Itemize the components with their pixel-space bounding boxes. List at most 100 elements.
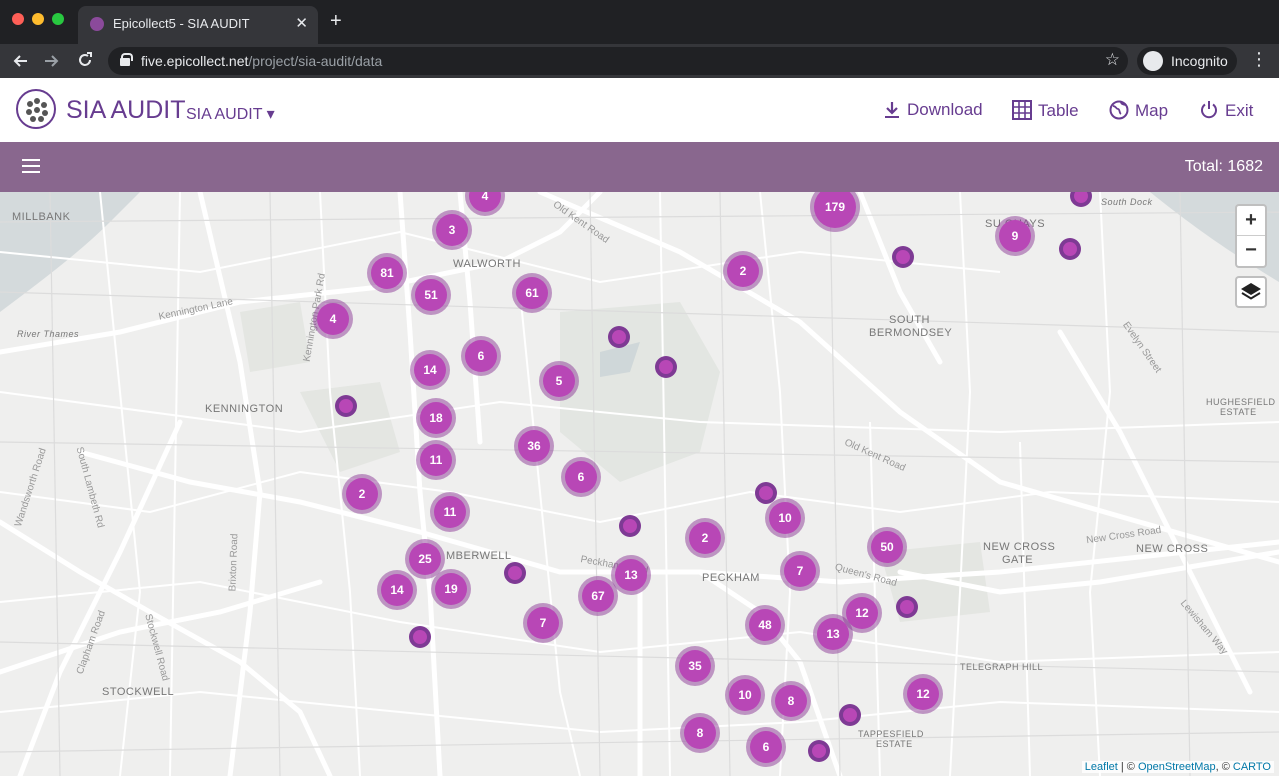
place-label-stockwell: STOCKWELL	[102, 686, 175, 698]
marker-cluster[interactable]: 61	[512, 273, 552, 313]
marker-cluster[interactable]: 51	[411, 275, 451, 315]
carto-link[interactable]: CARTO	[1233, 761, 1271, 773]
power-icon	[1201, 101, 1217, 119]
download-label: Download	[907, 100, 983, 119]
marker-cluster[interactable]: 48	[745, 605, 785, 645]
map-marker[interactable]	[839, 704, 861, 726]
marker-cluster[interactable]: 8	[771, 681, 811, 721]
marker-cluster[interactable]: 3	[432, 210, 472, 250]
exit-label: Exit	[1225, 101, 1254, 120]
place-label-new-cross-gate-1: NEW CROSS	[983, 541, 1056, 553]
layers-button[interactable]	[1235, 276, 1267, 308]
hamburger-menu-icon[interactable]	[22, 159, 40, 173]
zoom-in-button[interactable]: +	[1237, 206, 1265, 236]
place-label-south-dock: South Dock	[1101, 197, 1153, 207]
map-marker[interactable]	[896, 596, 918, 618]
place-label-hughesfield: HUGHESFIELD	[1206, 397, 1276, 407]
address-bar[interactable]: five.epicollect.net/project/sia-audit/da…	[108, 47, 1128, 75]
maximize-window-button[interactable]	[52, 13, 64, 25]
marker-cluster[interactable]: 13	[813, 614, 853, 654]
globe-icon	[1109, 100, 1129, 120]
marker-cluster[interactable]: 2	[723, 251, 763, 291]
marker-cluster[interactable]: 19	[431, 569, 471, 609]
app-title[interactable]: SIA AUDIT	[66, 96, 185, 125]
marker-cluster[interactable]: 6	[746, 727, 786, 767]
map-marker[interactable]	[755, 482, 777, 504]
marker-cluster[interactable]: 6	[561, 457, 601, 497]
app-header: SIA AUDIT SIA AUDIT ▾ Download Table Map…	[0, 78, 1279, 142]
new-tab-button[interactable]: +	[330, 10, 342, 33]
marker-cluster[interactable]: 36	[514, 426, 554, 466]
marker-cluster[interactable]: 10	[725, 675, 765, 715]
tab-close-icon[interactable]: ✕	[295, 14, 308, 32]
minimize-window-button[interactable]	[32, 13, 44, 25]
url-domain: five.epicollect.net	[141, 53, 249, 69]
table-icon	[1012, 100, 1032, 120]
forward-icon[interactable]	[44, 53, 60, 69]
map-label: Map	[1135, 101, 1169, 120]
map-view[interactable]: MILLBANK WALWORTH SOUTH BERMONDSEY KENNI…	[0, 192, 1279, 776]
table-button[interactable]: Table	[1012, 100, 1079, 121]
marker-cluster[interactable]: 11	[430, 492, 470, 532]
reload-icon[interactable]	[77, 52, 93, 68]
back-icon[interactable]	[12, 53, 28, 69]
close-window-button[interactable]	[12, 13, 24, 25]
marker-cluster[interactable]: 10	[765, 498, 805, 538]
table-label: Table	[1038, 101, 1079, 120]
map-marker[interactable]	[409, 626, 431, 648]
marker-cluster[interactable]: 9	[995, 216, 1035, 256]
map-marker[interactable]	[608, 326, 630, 348]
map-marker[interactable]	[504, 562, 526, 584]
map-base-layer	[0, 192, 1279, 776]
tab-title: Epicollect5 - SIA AUDIT	[113, 16, 250, 31]
road-label-brixton-road: Brixton Road	[227, 533, 241, 592]
map-marker[interactable]	[619, 515, 641, 537]
marker-cluster[interactable]: 18	[416, 398, 456, 438]
place-label-bermondsey: BERMONDSEY	[869, 327, 953, 339]
marker-cluster[interactable]: 35	[675, 646, 715, 686]
place-label-tappesfield: TAPPESFIELD	[858, 729, 924, 739]
layers-icon	[1241, 283, 1261, 300]
marker-cluster[interactable]: 50	[867, 527, 907, 567]
map-marker[interactable]	[655, 356, 677, 378]
browser-tab[interactable]: Epicollect5 - SIA AUDIT ✕	[78, 6, 318, 44]
marker-cluster[interactable]: 8	[680, 713, 720, 753]
marker-cluster[interactable]: 7	[780, 551, 820, 591]
marker-cluster[interactable]: 14	[410, 350, 450, 390]
zoom-out-button[interactable]: −	[1237, 236, 1265, 266]
marker-cluster[interactable]: 7	[523, 603, 563, 643]
map-marker[interactable]	[335, 395, 357, 417]
incognito-indicator[interactable]: Incognito	[1137, 47, 1237, 75]
project-dropdown[interactable]: SIA AUDIT ▾	[186, 104, 275, 124]
marker-cluster[interactable]: 5	[539, 361, 579, 401]
place-label-peckham: PECKHAM	[702, 572, 760, 584]
marker-cluster[interactable]: 12	[903, 674, 943, 714]
map-marker[interactable]	[808, 740, 830, 762]
marker-cluster[interactable]: 67	[578, 576, 618, 616]
leaflet-link[interactable]: Leaflet	[1085, 761, 1118, 773]
place-label-new-cross: NEW CROSS	[1136, 543, 1209, 555]
browser-titlebar: Epicollect5 - SIA AUDIT ✕ +	[0, 0, 1279, 44]
marker-cluster[interactable]: 6	[461, 336, 501, 376]
map-button[interactable]: Map	[1109, 100, 1168, 121]
browser-toolbar: five.epicollect.net/project/sia-audit/da…	[0, 44, 1279, 78]
project-logo[interactable]	[16, 89, 56, 129]
map-marker[interactable]	[1059, 238, 1081, 260]
marker-cluster[interactable]: 2	[342, 474, 382, 514]
browser-menu-icon[interactable]: ⋮	[1250, 49, 1268, 70]
exit-button[interactable]: Exit	[1199, 100, 1253, 121]
marker-cluster[interactable]: 2	[685, 518, 725, 558]
marker-cluster[interactable]: 14	[377, 570, 417, 610]
bookmark-star-icon[interactable]: ☆	[1105, 50, 1120, 70]
place-label-walworth: WALWORTH	[453, 258, 521, 270]
map-marker[interactable]	[892, 246, 914, 268]
download-button[interactable]: Download	[883, 100, 983, 120]
place-label-camberwell: MBERWELL	[446, 550, 512, 562]
marker-cluster[interactable]: 4	[313, 299, 353, 339]
place-label-new-cross-gate-2: GATE	[1002, 554, 1034, 566]
marker-cluster[interactable]: 81	[367, 253, 407, 293]
data-toolbar: Total: 1682	[0, 142, 1279, 192]
url-path: /project/sia-audit/data	[248, 53, 383, 69]
marker-cluster[interactable]: 11	[416, 440, 456, 480]
osm-link[interactable]: OpenStreetMap	[1138, 761, 1216, 773]
